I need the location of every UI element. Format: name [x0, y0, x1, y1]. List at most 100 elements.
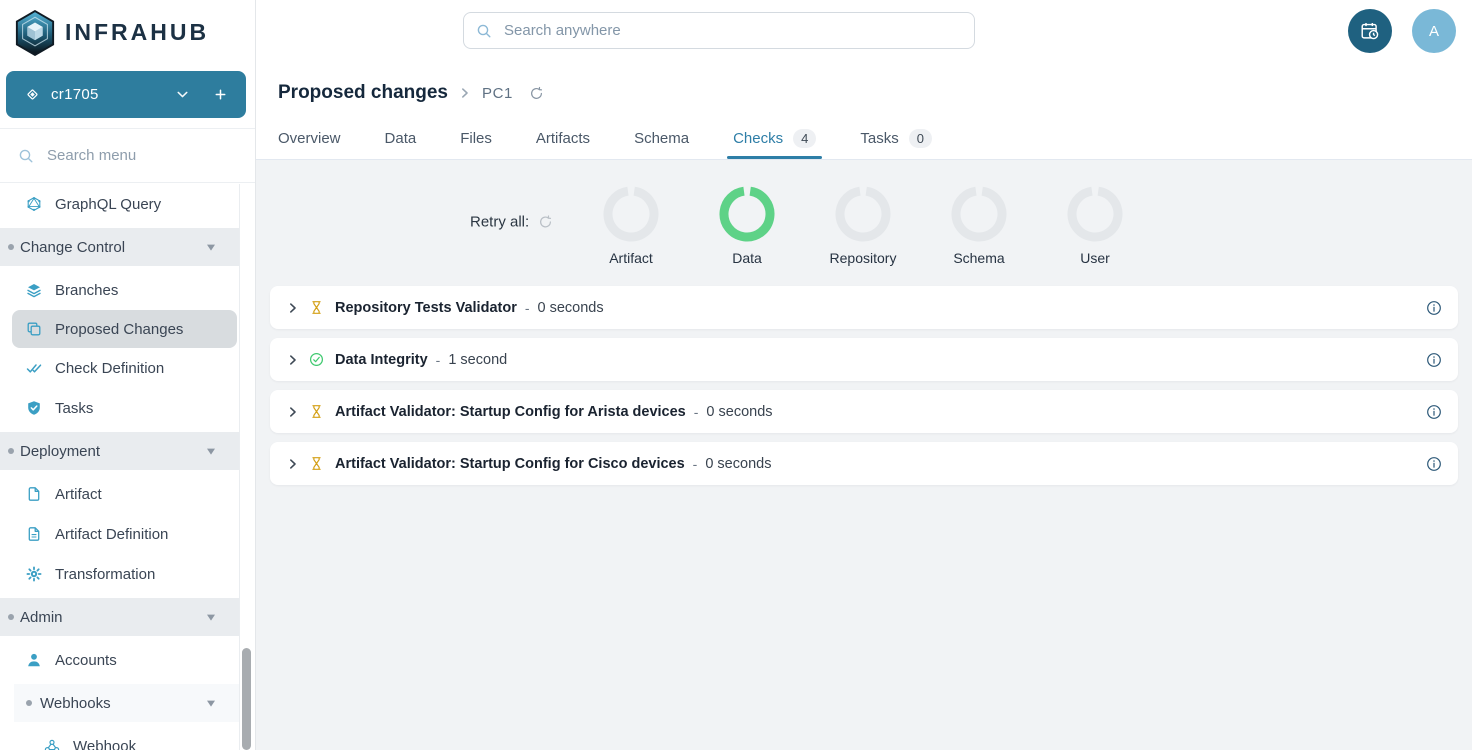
sidebar-item[interactable]: Proposed Changes	[12, 310, 237, 348]
expand-chevron-icon[interactable]	[286, 353, 300, 367]
sidebar-item[interactable]: Tasks	[0, 388, 239, 428]
sidebar-item[interactable]: Artifact Definition	[0, 514, 239, 554]
sidebar-menu: GraphQL Query Change Control Branches Pr…	[0, 184, 240, 750]
sidebar-item[interactable]: Webhook	[0, 726, 239, 750]
tab[interactable]: Overview	[278, 118, 341, 159]
validator-ring[interactable]: Artifact	[573, 186, 689, 266]
person-icon	[26, 652, 42, 668]
infrahub-logo-icon	[14, 10, 56, 56]
sidebar-item-label: Webhook	[73, 738, 136, 750]
validator-rings: Artifact Data Repository Schema	[573, 186, 1153, 266]
gear-icon	[26, 566, 42, 582]
check-duration: 1 second	[448, 352, 507, 368]
layers-icon	[26, 282, 42, 298]
check-row[interactable]: Data Integrity - 1 second	[270, 338, 1458, 381]
tab[interactable]: Checks 4	[733, 118, 816, 159]
avatar[interactable]: A	[1412, 9, 1456, 53]
file-lines-icon	[26, 526, 42, 542]
tab[interactable]: Schema	[634, 118, 689, 159]
sidebar-item-label: Admin	[20, 609, 63, 626]
validator-ring[interactable]: Data	[689, 186, 805, 266]
tab-label: Data	[385, 130, 417, 147]
tab-label: Tasks	[860, 130, 898, 147]
hourglass-icon	[309, 456, 324, 471]
sidebar-item[interactable]: Artifact	[0, 474, 239, 514]
ring-label: Artifact	[609, 250, 653, 266]
validator-ring[interactable]: Schema	[921, 186, 1037, 266]
check-row[interactable]: Artifact Validator: Startup Config for C…	[270, 442, 1458, 485]
info-icon[interactable]	[1426, 404, 1442, 420]
search-icon	[476, 23, 492, 39]
info-icon[interactable]	[1426, 300, 1442, 316]
search-icon	[18, 148, 34, 164]
chevron-right-icon	[458, 86, 472, 100]
sidebar-item[interactable]: Change Control	[0, 228, 239, 266]
hourglass-icon	[309, 300, 324, 315]
page-title: Proposed changes	[278, 82, 448, 104]
validator-ring[interactable]: Repository	[805, 186, 921, 266]
global-search-input[interactable]	[502, 21, 974, 40]
calendar-clock-icon	[1360, 21, 1380, 41]
check-row[interactable]: Repository Tests Validator - 0 seconds	[270, 286, 1458, 329]
copy-icon	[26, 321, 42, 337]
add-branch-button[interactable]	[213, 87, 228, 102]
sidebar-scrollbar-thumb[interactable]	[242, 648, 251, 750]
sidebar-item[interactable]: Deployment	[0, 432, 239, 470]
sidebar-item[interactable]: Check Definition	[0, 348, 239, 388]
check-duration: 0 seconds	[706, 404, 772, 420]
expand-chevron-icon[interactable]	[286, 405, 300, 419]
shield-check-icon	[26, 400, 42, 416]
tab[interactable]: Files	[460, 118, 492, 159]
current-branch-label: cr1705	[51, 86, 99, 103]
info-icon[interactable]	[1426, 456, 1442, 472]
check-row[interactable]: Artifact Validator: Startup Config for A…	[270, 390, 1458, 433]
progress-ring-icon	[835, 186, 891, 242]
sidebar-item[interactable]: Webhooks	[14, 684, 239, 722]
sidebar-item-label: Artifact Definition	[55, 526, 168, 543]
check-duration: 0 seconds	[538, 300, 604, 316]
sidebar-item[interactable]: GraphQL Query	[0, 184, 239, 224]
ring-label: Repository	[830, 250, 897, 266]
sidebar-item-label: Check Definition	[55, 360, 164, 377]
branch-expand-button[interactable]	[175, 87, 190, 102]
tab[interactable]: Tasks 0	[860, 118, 932, 159]
check-duration: 0 seconds	[705, 456, 771, 472]
time-travel-button[interactable]	[1348, 9, 1392, 53]
graphql-icon	[26, 196, 42, 212]
sidebar-item-label: Change Control	[20, 239, 125, 256]
ring-label: Schema	[953, 250, 1004, 266]
branch-selector[interactable]: cr1705	[6, 71, 246, 118]
check-list: Repository Tests Validator - 0 seconds D…	[270, 286, 1458, 494]
checks-panel: Retry all: Artifact Data	[256, 160, 1472, 750]
tab-label: Overview	[278, 130, 341, 147]
sidebar-item-label: Accounts	[55, 652, 117, 669]
sidebar-item[interactable]: Accounts	[0, 640, 239, 680]
sidebar-item-label: Webhooks	[40, 695, 111, 712]
menu-search-input[interactable]	[45, 146, 225, 165]
retry-all-icon[interactable]	[538, 215, 553, 230]
sidebar-item[interactable]: Transformation	[0, 554, 239, 594]
info-icon[interactable]	[1426, 352, 1442, 368]
sidebar-item-label: Tasks	[55, 400, 93, 417]
validator-ring[interactable]: User	[1037, 186, 1153, 266]
branch-icon	[25, 87, 40, 102]
retry-all: Retry all:	[470, 214, 553, 231]
double-check-icon	[26, 360, 42, 376]
refresh-icon[interactable]	[529, 86, 544, 101]
avatar-initial: A	[1429, 23, 1439, 40]
tab-label: Artifacts	[536, 130, 590, 147]
tab[interactable]: Artifacts	[536, 118, 590, 159]
check-title: Data Integrity	[335, 352, 428, 368]
expand-chevron-icon[interactable]	[286, 301, 300, 315]
file-icon	[26, 486, 42, 502]
tab[interactable]: Data	[385, 118, 417, 159]
sidebar-item-label: Proposed Changes	[55, 321, 183, 338]
tab-label: Schema	[634, 130, 689, 147]
tab-label: Checks	[733, 130, 783, 147]
expand-chevron-icon[interactable]	[286, 457, 300, 471]
sidebar-item[interactable]: Branches	[0, 270, 239, 310]
topbar: A	[256, 0, 1472, 62]
sidebar: INFRAHUB cr1705 GraphQL Query Change Con…	[0, 0, 256, 750]
progress-ring-icon	[719, 186, 775, 242]
sidebar-item[interactable]: Admin	[0, 598, 239, 636]
